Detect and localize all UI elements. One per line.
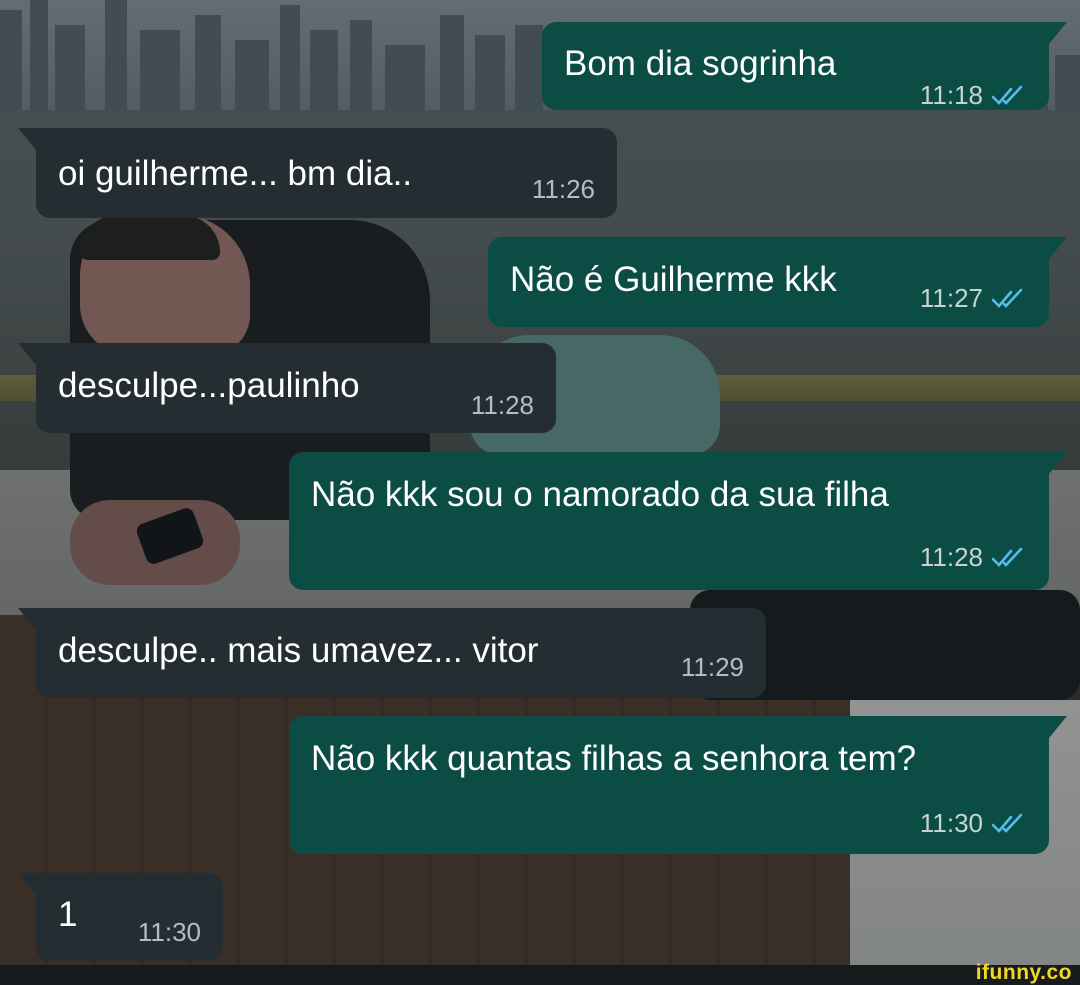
message-list[interactable]: Bom dia sogrinha 11:18 oi guilherme... b… bbox=[0, 0, 1080, 965]
message-bubble-incoming[interactable]: 1 11:30 bbox=[18, 873, 223, 961]
message-meta: 11:26 bbox=[532, 174, 595, 205]
message-time: 11:26 bbox=[531, 174, 595, 204]
message-meta: 11:18 bbox=[920, 80, 1027, 111]
double-check-icon bbox=[991, 547, 1023, 567]
message-time: 11:28 bbox=[919, 542, 983, 572]
message-bubble-incoming[interactable]: desculpe...paulinho 11:28 bbox=[18, 343, 556, 433]
message-time: 11:18 bbox=[919, 80, 983, 110]
message-text: Não kkk quantas filhas a senhora tem? bbox=[311, 739, 917, 778]
message-meta: 11:29 bbox=[681, 652, 744, 683]
message-bubble-incoming[interactable]: desculpe.. mais umavez... vitor 11:29 bbox=[18, 608, 766, 698]
message-bubble-outgoing[interactable]: Bom dia sogrinha 11:18 bbox=[542, 22, 1067, 111]
message-meta: 11:28 bbox=[920, 542, 1027, 573]
message-text: desculpe.. mais umavez... vitor bbox=[58, 631, 539, 670]
message-text: Não é Guilherme kkk bbox=[510, 260, 837, 299]
double-check-icon bbox=[991, 288, 1023, 308]
message-text: desculpe...paulinho bbox=[58, 366, 360, 405]
footer-bar bbox=[0, 965, 1080, 985]
double-check-icon bbox=[991, 85, 1023, 105]
ifunny-watermark: ifunny.co bbox=[975, 961, 1072, 984]
message-time: 11:29 bbox=[680, 652, 744, 682]
message-meta: 11:30 bbox=[138, 917, 201, 948]
message-bubble-incoming[interactable]: oi guilherme... bm dia.. 11:26 bbox=[18, 128, 617, 218]
message-bubble-outgoing[interactable]: Não é Guilherme kkk 11:27 bbox=[488, 237, 1067, 327]
message-meta: 11:28 bbox=[471, 390, 534, 421]
message-time: 11:30 bbox=[137, 917, 201, 947]
message-text: oi guilherme... bm dia.. bbox=[58, 154, 413, 193]
message-meta: 11:27 bbox=[920, 283, 1027, 314]
message-bubble-outgoing[interactable]: Não kkk sou o namorado da sua filha 11:2… bbox=[289, 452, 1067, 590]
message-meta: 11:30 bbox=[920, 808, 1027, 839]
message-time: 11:28 bbox=[470, 390, 534, 420]
message-text: 1 bbox=[58, 895, 78, 934]
message-bubble-outgoing[interactable]: Não kkk quantas filhas a senhora tem? 11… bbox=[289, 716, 1067, 854]
message-time: 11:27 bbox=[919, 283, 983, 313]
message-time: 11:30 bbox=[919, 808, 983, 838]
message-text: Não kkk sou o namorado da sua filha bbox=[311, 475, 889, 514]
message-text: Bom dia sogrinha bbox=[564, 44, 837, 83]
double-check-icon bbox=[991, 813, 1023, 833]
